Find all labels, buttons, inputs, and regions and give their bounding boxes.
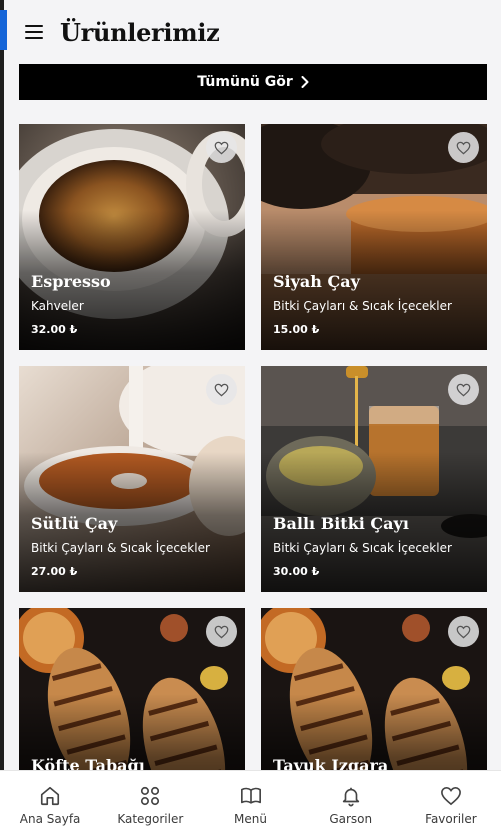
product-category: Bitki Çayları & Sıcak İçecekler — [31, 541, 210, 555]
product-name: Siyah Çay — [273, 272, 360, 291]
app-header: Ürünlerimiz — [7, 0, 501, 64]
bell-icon — [340, 784, 362, 808]
home-icon — [39, 784, 61, 808]
nav-label: Favoriler — [425, 812, 477, 826]
nav-label: Menü — [234, 812, 267, 826]
heart-icon[interactable] — [448, 374, 479, 405]
hamburger-menu-icon[interactable] — [22, 20, 46, 44]
heart-icon[interactable] — [206, 374, 237, 405]
book-icon — [240, 784, 262, 808]
heart-icon[interactable] — [448, 616, 479, 647]
product-category: Bitki Çayları & Sıcak İçecekler — [273, 541, 452, 555]
heart-icon — [440, 784, 462, 808]
heart-icon[interactable] — [206, 132, 237, 163]
product-category: Kahveler — [31, 299, 84, 313]
nav-label: Kategoriler — [117, 812, 184, 826]
nav-item-home[interactable]: Ana Sayfa — [0, 771, 100, 835]
nav-item-categories[interactable]: Kategoriler — [100, 771, 200, 835]
categories-icon — [139, 784, 161, 808]
chevron-right-icon — [301, 76, 309, 88]
nav-label: Garson — [329, 812, 373, 826]
accent-bar — [0, 10, 7, 50]
view-all-label: Tümünü Gör — [197, 74, 293, 90]
product-card[interactable]: Espresso Kahveler 32.00 ₺ — [19, 124, 245, 350]
page-title: Ürünlerimiz — [60, 17, 220, 47]
window-edge — [0, 0, 4, 834]
product-price: 30.00 ₺ — [273, 565, 320, 578]
product-name: Espresso — [31, 272, 111, 291]
product-name: Sütlü Çay — [31, 514, 118, 533]
heart-icon[interactable] — [448, 132, 479, 163]
product-name: Ballı Bitki Çayı — [273, 514, 409, 533]
nav-item-menu[interactable]: Menü — [200, 771, 300, 835]
heart-icon[interactable] — [206, 616, 237, 647]
nav-item-waiter[interactable]: Garson — [301, 771, 401, 835]
product-card[interactable]: Ballı Bitki Çayı Bitki Çayları & Sıcak İ… — [261, 366, 487, 592]
product-category: Bitki Çayları & Sıcak İçecekler — [273, 299, 452, 313]
product-price: 27.00 ₺ — [31, 565, 78, 578]
nav-item-favorites[interactable]: Favoriler — [401, 771, 501, 835]
view-all-button[interactable]: Tümünü Gör — [19, 64, 487, 100]
product-card[interactable]: Sütlü Çay Bitki Çayları & Sıcak İçecekle… — [19, 366, 245, 592]
bottom-nav: Ana Sayfa Kategoriler Menü Garson Favori… — [0, 770, 501, 835]
product-price: 15.00 ₺ — [273, 323, 320, 336]
product-card[interactable]: Siyah Çay Bitki Çayları & Sıcak İçecekle… — [261, 124, 487, 350]
nav-label: Ana Sayfa — [19, 812, 81, 826]
product-price: 32.00 ₺ — [31, 323, 78, 336]
